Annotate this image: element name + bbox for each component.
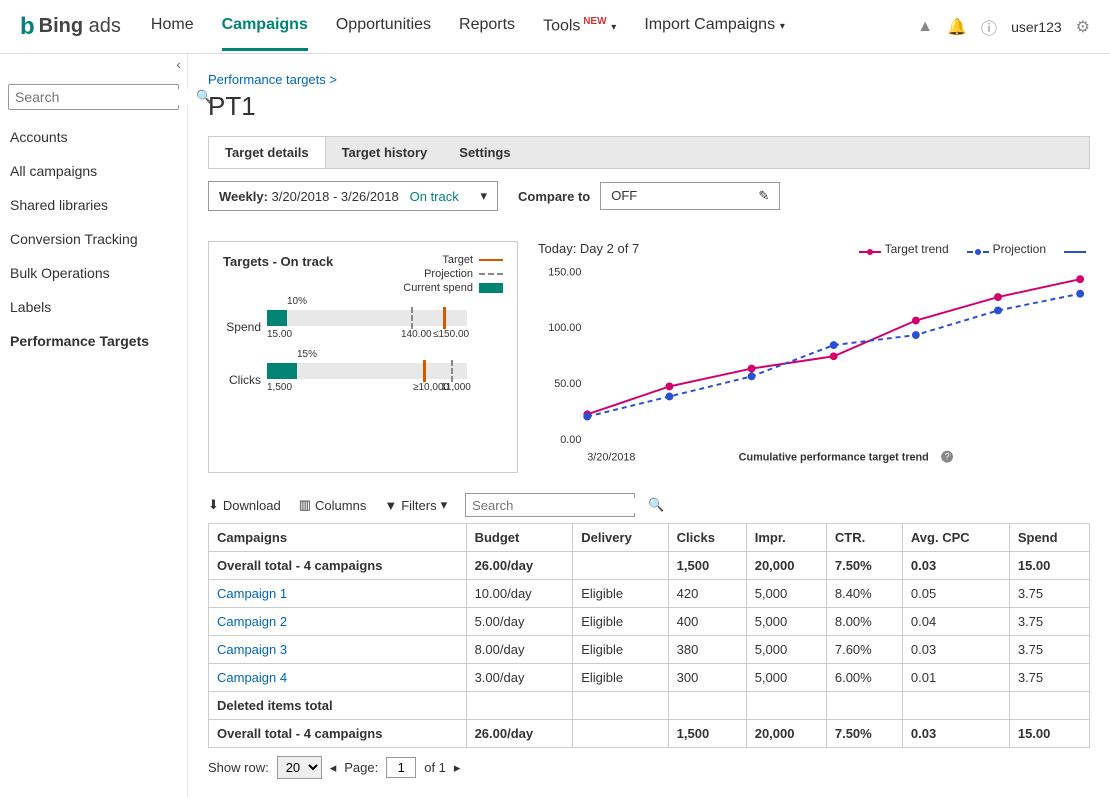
logo[interactable]: b Bing ads [20, 13, 121, 41]
sidebar-item-all-campaigns[interactable]: All campaigns [0, 154, 187, 188]
svg-text:100.00: 100.00 [548, 322, 581, 334]
alert-icon[interactable]: ▲ [917, 18, 933, 36]
col-clicks[interactable]: Clicks [668, 524, 746, 552]
topnav-item-opportunities[interactable]: Opportunities [336, 2, 431, 51]
sidebar-search[interactable]: 🔍 [8, 84, 179, 110]
col-impr-[interactable]: Impr. [746, 524, 826, 552]
topbar-right: ▲ 🔔 ⓘ user123 ⚙ [917, 15, 1090, 39]
table-row: Deleted items total [209, 692, 1090, 720]
compare-control: Compare to OFF ✎ [518, 182, 780, 210]
columns-icon: ▥ [299, 497, 311, 513]
svg-text:3/20/2018: 3/20/2018 [587, 452, 635, 464]
campaigns-table: CampaignsBudgetDeliveryClicksImpr.CTR.Av… [208, 523, 1090, 748]
sidebar: ‹ 🔍 AccountsAll campaignsShared librarie… [0, 54, 188, 797]
topnav: Home Campaigns Opportunities Reports Tools N… [151, 2, 917, 51]
table-search-input[interactable] [472, 498, 648, 513]
filters-button[interactable]: ▼Filters ▾ [384, 497, 447, 513]
pager-next-icon[interactable]: ▸ [454, 760, 461, 776]
target-bar-spend: Spend10%15.00140.00≤150.00 [223, 310, 503, 343]
table-row: Campaign 38.00/dayEligible3805,0007.60%0… [209, 636, 1090, 664]
sidebar-item-shared-libraries[interactable]: Shared libraries [0, 188, 187, 222]
pager: Show row: 20 ◂ Page: of 1 ▸ [208, 756, 1090, 779]
columns-button[interactable]: ▥Columns [299, 497, 367, 513]
targets-panel: Targets - On track Target Projection Cur… [208, 241, 518, 473]
search-icon[interactable]: 🔍 [648, 497, 664, 513]
tab-target-details[interactable]: Target details [208, 136, 326, 168]
col-delivery[interactable]: Delivery [573, 524, 668, 552]
username[interactable]: user123 [1011, 19, 1062, 35]
col-campaigns[interactable]: Campaigns [209, 524, 467, 552]
table-header-row: CampaignsBudgetDeliveryClicksImpr.CTR.Av… [209, 524, 1090, 552]
topnav-item-tools[interactable]: Tools NEW ▾ [543, 2, 616, 51]
chart-legend: Target trend Projection [859, 242, 1090, 256]
topnav-item-import-campaigns[interactable]: Import Campaigns ▾ [644, 2, 785, 51]
table-toolbar: ⬇Download ▥Columns ▼Filters ▾ 🔍 [208, 493, 1090, 517]
sidebar-item-performance-targets[interactable]: Performance Targets [0, 324, 187, 358]
col-ctr-[interactable]: CTR. [826, 524, 902, 552]
info-icon[interactable]: ⓘ [981, 15, 997, 39]
col-spend[interactable]: Spend [1009, 524, 1089, 552]
svg-text:0.00: 0.00 [560, 434, 581, 446]
main: Performance targets > PT1 Target details… [188, 54, 1110, 797]
col-budget[interactable]: Budget [466, 524, 573, 552]
breadcrumb[interactable]: Performance targets > [208, 72, 1090, 87]
chevron-down-icon: ▾ [441, 497, 448, 513]
tab-settings[interactable]: Settings [443, 137, 526, 168]
bing-logo-icon: b [20, 13, 35, 41]
compare-label: Compare to [518, 189, 590, 204]
col-avg-cpc[interactable]: Avg. CPC [902, 524, 1009, 552]
topnav-item-home[interactable]: Home [151, 2, 194, 51]
svg-text:150.00: 150.00 [548, 266, 581, 278]
table-row: Overall total - 4 campaigns26.00/day1,50… [209, 552, 1090, 580]
page-input[interactable] [386, 757, 416, 778]
svg-text:50.00: 50.00 [554, 378, 581, 390]
sidebar-item-conversion-tracking[interactable]: Conversion Tracking [0, 222, 187, 256]
pager-prev-icon[interactable]: ◂ [330, 760, 337, 776]
page-title: PT1 [208, 91, 1090, 122]
compare-value[interactable]: OFF ✎ [600, 182, 780, 210]
line-chart: 0.00 50.00 100.00 150.00 3/20/2018 Cumulative… [538, 260, 1090, 470]
targets-legend: Target Projection Current spend [403, 254, 503, 296]
sidebar-collapse-icon[interactable]: ‹ [176, 56, 181, 72]
sidebar-item-accounts[interactable]: Accounts [0, 120, 187, 154]
table-row: Campaign 43.00/dayEligible3005,0006.00%0… [209, 664, 1090, 692]
sidebar-item-bulk-operations[interactable]: Bulk Operations [0, 256, 187, 290]
chart-panel: Today: Day 2 of 7 Target trend Projectio… [538, 241, 1090, 473]
period-selector[interactable]: Weekly: 3/20/2018 - 3/26/2018 On track ▾ [208, 181, 498, 211]
sidebar-search-input[interactable] [15, 89, 196, 105]
tab-target-history[interactable]: Target history [326, 137, 444, 168]
svg-text:?: ? [945, 452, 950, 462]
chevron-down-icon: ▾ [480, 188, 487, 204]
search-icon[interactable]: 🔍 [196, 89, 212, 105]
page-size-select[interactable]: 20 [277, 756, 322, 779]
bell-icon[interactable]: 🔔 [947, 17, 967, 37]
pencil-icon[interactable]: ✎ [758, 188, 769, 204]
controls-row: Weekly: 3/20/2018 - 3/26/2018 On track ▾… [208, 168, 1090, 211]
logo-text: Bing ads [39, 15, 121, 38]
tabs: Target detailsTarget historySettings [208, 136, 1090, 168]
svg-text:Cumulative performance target: Cumulative performance target trend [739, 452, 929, 464]
table-row: Campaign 25.00/dayEligible4005,0008.00%0… [209, 608, 1090, 636]
download-button[interactable]: ⬇Download [208, 497, 281, 513]
sidebar-item-labels[interactable]: Labels [0, 290, 187, 324]
table-row: Overall total - 4 campaigns26.00/day1,50… [209, 720, 1090, 748]
topnav-item-reports[interactable]: Reports [459, 2, 515, 51]
gear-icon[interactable]: ⚙ [1076, 17, 1090, 37]
topbar: b Bing ads Home Campaigns Opportunities Rep… [0, 0, 1110, 54]
filter-icon: ▼ [384, 498, 397, 513]
targets-title: Targets - On track [223, 254, 333, 269]
topnav-item-campaigns[interactable]: Campaigns [222, 2, 308, 51]
chart-today-label: Today: Day 2 of 7 [538, 241, 639, 256]
download-icon: ⬇ [208, 497, 219, 513]
target-bar-clicks: Clicks15%1,50011,000≥10,000 [223, 363, 503, 396]
table-row: Campaign 110.00/dayEligible4205,0008.40%… [209, 580, 1090, 608]
table-search[interactable]: 🔍 [465, 493, 635, 517]
